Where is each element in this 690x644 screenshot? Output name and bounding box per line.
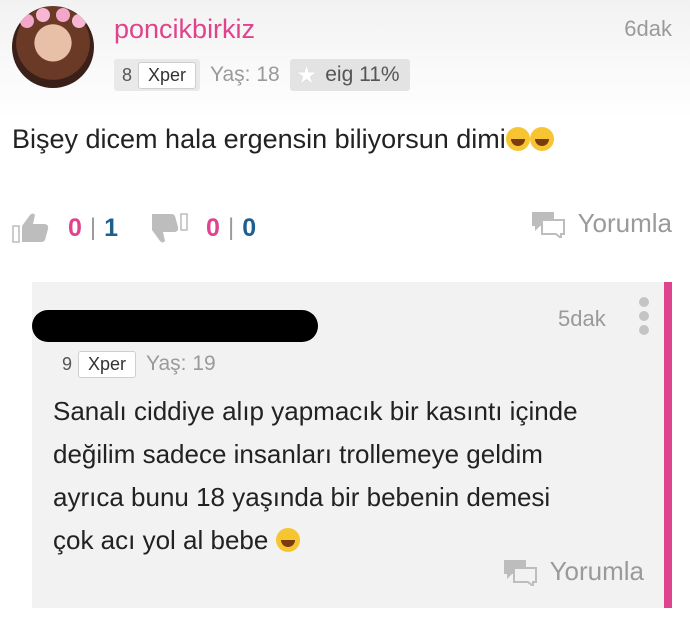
more-vertical-icon[interactable] (638, 297, 650, 337)
reply-user-age: Yaş: 19 (146, 352, 216, 375)
reply-card-reply-label: Yorumla (549, 556, 644, 586)
reply-text: Sanalı ciddiye alıp yapmacık bir kasıntı… (53, 390, 653, 562)
post-timestamp: 6dak (624, 16, 672, 41)
level-number: 8 (122, 64, 133, 85)
eig-value: eig 11% (325, 63, 400, 86)
reply-card-reply-button[interactable]: Yorumla (502, 556, 644, 587)
reply-text-line: değilim sadece insanları trollemeye geld… (53, 439, 543, 469)
dislike-count-pink: 0 (206, 213, 220, 242)
reply-user-meta-row: 9 Xper Yaş: 19 (62, 348, 216, 380)
chat-bubble-icon (531, 211, 565, 238)
thumbs-up-icon[interactable] (12, 211, 50, 245)
reply-button[interactable]: Yorumla (530, 208, 672, 239)
like-count-blue: 1 (104, 213, 119, 242)
reply-level-number: 9 (62, 353, 73, 374)
reply-accent-bar (664, 282, 672, 608)
reply-timestamp: 5dak (558, 306, 606, 331)
post-text-body: Bişey dicem hala ergensin biliyorsun dim… (12, 124, 506, 154)
level-tag: Xper (138, 61, 197, 89)
eig-badge: ★ eig 11% (289, 59, 410, 91)
separator: | (227, 214, 235, 241)
reply-text-line: Sanalı ciddiye alıp yapmacık bir kasıntı… (53, 396, 578, 426)
reply-button-label: Yorumla (577, 208, 672, 238)
avatar[interactable] (12, 6, 94, 88)
username-link[interactable]: poncikbirkiz (114, 14, 255, 45)
flower-crown-decoration (72, 14, 86, 28)
separator: | (89, 214, 97, 241)
reply-level-tag: Xper (78, 350, 137, 378)
vote-row: 0 | 1 0 | 0 (12, 206, 256, 250)
flower-crown-decoration (36, 8, 50, 22)
reply-text-line: çok acı yol al bebe (53, 525, 269, 555)
grinning-emoji-icon (275, 528, 300, 552)
laughing-emoji-icon (529, 127, 554, 151)
post-text: Bişey dicem hala ergensin biliyorsun dim… (12, 124, 554, 155)
level-badge: 8 Xper (114, 59, 201, 91)
like-count-pink: 0 (68, 213, 82, 242)
laughing-emoji-icon (505, 127, 530, 151)
user-meta-row: 8 Xper Yaş: 18 ★ eig 11% (114, 58, 410, 92)
reply-text-line: ayrıca bunu 18 yaşında bir bebenin demes… (53, 482, 551, 512)
chat-bubble-icon (503, 559, 537, 586)
flower-crown-decoration (20, 14, 34, 28)
thumbs-down-icon[interactable] (150, 211, 188, 245)
flower-crown-decoration (56, 8, 70, 22)
star-icon: ★ (295, 61, 318, 89)
dislike-count-blue: 0 (242, 213, 257, 242)
user-age: Yaş: 18 (210, 63, 280, 86)
redacted-username (32, 310, 318, 342)
